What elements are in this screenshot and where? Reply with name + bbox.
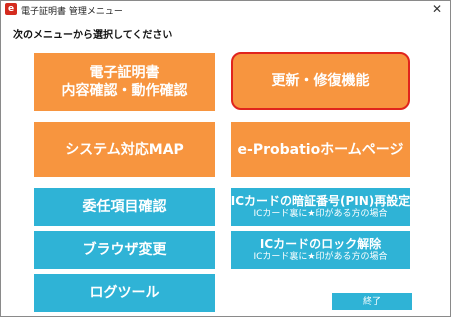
instruction-text: 次のメニューから選択してください [13,30,173,41]
cert-check-label-line1: 電子証明書 [89,65,160,81]
pin-reset-note: ICカード裏に★印がある方の場合 [253,209,388,219]
exit-label: 終了 [362,296,381,307]
renew-repair-button[interactable]: 更新・修復機能 [231,52,410,110]
app-logo-icon: e [5,3,17,15]
cert-check-label-line2: 内容確認・動作確認 [61,83,188,99]
card-unlock-button[interactable]: ICカードのロック解除 ICカード裏に★印がある方の場合 [231,231,410,269]
log-tool-label: ログツール [89,285,160,301]
close-button[interactable]: ✕ [430,1,444,18]
cert-check-button[interactable]: 電子証明書 内容確認・動作確認 [34,53,215,111]
system-map-label: システム対応MAP [65,141,184,158]
log-tool-button[interactable]: ログツール [34,274,215,312]
homepage-label: e-Probatioホームページ [237,141,404,158]
title-bar: e 電子証明書 管理メニュー ✕ [1,1,450,19]
browser-change-label: ブラウザ変更 [82,242,167,258]
delegation-check-label: 委任項目確認 [82,199,167,215]
browser-change-button[interactable]: ブラウザ変更 [34,231,215,269]
main-window: e 電子証明書 管理メニュー ✕ 次のメニューから選択してください 電子証明書 … [0,0,451,317]
delegation-check-button[interactable]: 委任項目確認 [34,188,215,226]
card-unlock-note: ICカード裏に★印がある方の場合 [253,252,388,262]
homepage-button[interactable]: e-Probatioホームページ [231,122,410,177]
card-unlock-label: ICカードのロック解除 [259,237,382,251]
pin-reset-label: ICカードの暗証番号(PIN)再設定 [230,194,411,208]
exit-button[interactable]: 終了 [332,293,412,310]
renew-repair-label: 更新・修復機能 [271,73,370,89]
pin-reset-button[interactable]: ICカードの暗証番号(PIN)再設定 ICカード裏に★印がある方の場合 [231,188,410,226]
window-title: 電子証明書 管理メニュー [21,7,123,17]
system-map-button[interactable]: システム対応MAP [34,122,215,177]
